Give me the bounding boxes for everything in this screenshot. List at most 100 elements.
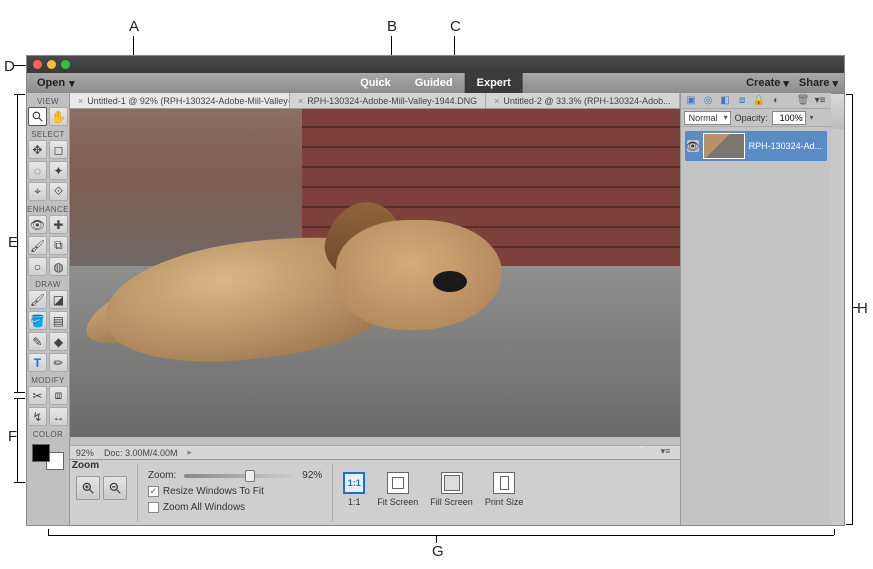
fit-1to1-label: 1:1 xyxy=(348,497,361,507)
mode-tabs: Quick Guided Expert xyxy=(348,73,523,93)
status-more-icon[interactable]: ▸ xyxy=(187,447,192,458)
crop-tool[interactable]: ✂ xyxy=(28,386,47,405)
magic-wand-tool[interactable]: ✦ xyxy=(49,161,68,180)
close-tab-icon[interactable]: × xyxy=(494,96,499,106)
brush-tool[interactable]: 🖌 xyxy=(28,290,47,309)
mask-icon[interactable]: ◧ xyxy=(719,94,732,107)
lasso-tool[interactable]: ◌ xyxy=(28,161,47,180)
mode-expert[interactable]: Expert xyxy=(465,73,523,93)
spot-heal-tool[interactable]: ✚ xyxy=(49,215,68,234)
color-swatches[interactable] xyxy=(30,442,66,472)
layer-name[interactable]: RPH-130324-Ad... xyxy=(749,141,825,151)
fit-screen-label: Fit Screen xyxy=(377,497,418,507)
minimize-window-icon[interactable] xyxy=(47,60,56,69)
resize-windows-label: Resize Windows To Fit xyxy=(163,486,264,497)
move-tool[interactable]: ✥ xyxy=(28,140,47,159)
opacity-input[interactable] xyxy=(772,111,806,125)
document-tab-3[interactable]: × Untitled-2 @ 33.3% (RPH-130324-Adob... xyxy=(486,93,680,108)
content-move-tool[interactable]: ↯ xyxy=(28,407,47,426)
callout-line xyxy=(14,482,25,483)
zoom-in-button[interactable] xyxy=(76,476,100,500)
top-menu-bar: Open▾ Quick Guided Expert Create ▾ Share… xyxy=(27,73,844,93)
document-tab-1[interactable]: ×Untitled-1 @ 92% (RPH-130324-Adobe-Mill… xyxy=(70,93,290,108)
sponge-tool[interactable]: ◍ xyxy=(49,257,68,276)
document-tab-2[interactable]: ×RPH-130324-Adobe-Mill-Valley-1944.DNG xyxy=(290,93,486,108)
options-title: Zoom xyxy=(72,460,99,471)
globe-icon[interactable]: ◎ xyxy=(702,94,715,107)
blend-mode-dropdown[interactable]: Normal xyxy=(684,111,731,125)
layer-thumbnail[interactable] xyxy=(703,133,745,159)
close-tab-icon[interactable]: × xyxy=(78,96,83,106)
marquee-tool[interactable]: ◻ xyxy=(49,140,68,159)
chevron-down-icon[interactable]: ▾ xyxy=(810,113,814,122)
adjustment-icon[interactable]: ◐ xyxy=(770,94,783,107)
status-doc-info[interactable]: Doc: 3.00M/4.00M xyxy=(104,448,178,458)
share-label: Share xyxy=(799,77,830,89)
panel-menu-icon[interactable]: ▾≡ xyxy=(661,446,674,459)
quick-select-tool[interactable]: ⌖ xyxy=(28,182,47,201)
layer-row[interactable]: 👁 RPH-130324-Ad... xyxy=(685,131,827,161)
open-menu[interactable]: Open▾ xyxy=(27,73,85,93)
help-icon[interactable]: ❔ xyxy=(638,446,651,459)
resize-windows-checkbox[interactable]: ✓ xyxy=(148,486,159,497)
eraser-tool[interactable]: ◪ xyxy=(49,290,68,309)
auto-select-tool[interactable]: ⟐ xyxy=(49,182,68,201)
right-menu: Create ▾ Share ▾ xyxy=(746,77,838,90)
callout-line xyxy=(14,65,26,66)
layers-panel: ▣ ◎ ◧ ⧈ 🔒 ◐ 🗑 ▾≡ Normal Opacity: ▾ 👁 xyxy=(680,93,831,525)
close-tab-icon[interactable]: × xyxy=(298,96,303,106)
lock-icon[interactable]: 🔒 xyxy=(753,94,766,107)
zoom-slider[interactable] xyxy=(184,474,294,478)
toolbox: VIEW ✋ SELECT ✥◻ ◌✦ ⌖⟐ ENHANCE 👁✚ 🖌⧉ ○◍ … xyxy=(27,93,70,525)
shape-tool[interactable]: ◆ xyxy=(49,332,68,351)
callout-line xyxy=(14,398,25,399)
photo-bin-button[interactable]: 🖼Photo Bin xyxy=(839,99,844,125)
toolbox-header-draw: DRAW xyxy=(35,280,61,289)
mode-guided[interactable]: Guided xyxy=(403,73,465,93)
fill-tool[interactable]: 🪣 xyxy=(28,311,47,330)
maximize-window-icon[interactable] xyxy=(61,60,70,69)
clone-tool[interactable]: ⧉ xyxy=(49,236,68,255)
trash-icon[interactable]: 🗑 xyxy=(797,94,810,107)
blur-tool[interactable]: ○ xyxy=(28,257,47,276)
redeye-tool[interactable]: 👁 xyxy=(28,215,47,234)
fit-screen-button[interactable] xyxy=(387,472,409,494)
close-window-icon[interactable] xyxy=(33,60,42,69)
callout-line xyxy=(17,94,18,392)
toolbox-header-color: COLOR xyxy=(33,430,63,439)
callout-F: F xyxy=(8,428,17,445)
recompose-tool[interactable]: ⧈ xyxy=(49,386,68,405)
new-layer-icon[interactable]: ▣ xyxy=(685,94,698,107)
callout-line xyxy=(14,392,25,393)
layers-list: 👁 RPH-130324-Ad... xyxy=(681,127,831,525)
straighten-tool[interactable]: ↔ xyxy=(49,407,68,426)
print-size-button[interactable] xyxy=(493,472,515,494)
canvas-viewport[interactable] xyxy=(70,109,680,445)
fill-screen-button[interactable] xyxy=(441,472,463,494)
callout-line xyxy=(834,529,835,535)
panel-menu-icon[interactable]: ▾≡ xyxy=(814,94,827,107)
create-menu[interactable]: Create ▾ xyxy=(746,77,789,90)
zoom-controls: Zoom: 92% ✓Resize Windows To Fit Zoom Al… xyxy=(148,464,322,521)
gradient-tool[interactable]: ▤ xyxy=(49,311,68,330)
fit-1to1-button[interactable]: 1:1 xyxy=(343,472,365,494)
document-tab-label: Untitled-2 @ 33.3% (RPH-130324-Adob... xyxy=(503,96,670,106)
visibility-icon[interactable]: 👁 xyxy=(687,140,699,152)
share-menu[interactable]: Share ▾ xyxy=(799,77,838,90)
foreground-color-swatch[interactable] xyxy=(32,444,50,462)
canvas[interactable] xyxy=(70,109,680,437)
toolbox-header-enhance: ENHANCE xyxy=(27,205,69,214)
zoom-all-checkbox[interactable] xyxy=(148,502,159,513)
smart-brush-tool[interactable]: 🖌 xyxy=(28,236,47,255)
zoom-tool[interactable] xyxy=(28,107,47,126)
status-zoom[interactable]: 92% xyxy=(76,448,94,458)
pencil-tool[interactable]: ✏ xyxy=(49,353,68,372)
link-icon[interactable]: ⧈ xyxy=(736,94,749,107)
type-tool[interactable]: T xyxy=(28,353,47,372)
eyedropper-tool[interactable]: ✎ xyxy=(28,332,47,351)
zoom-out-button[interactable] xyxy=(103,476,127,500)
zoom-mode-icons xyxy=(76,464,127,521)
mode-quick[interactable]: Quick xyxy=(348,73,403,93)
hand-tool[interactable]: ✋ xyxy=(49,107,68,126)
callout-line xyxy=(17,398,18,482)
